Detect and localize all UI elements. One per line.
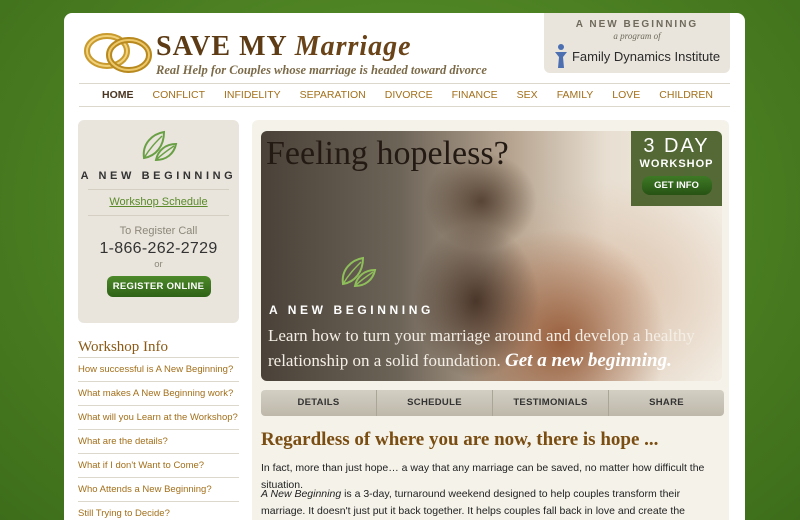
main-content: Feeling hopeless? 3 DAY WORKSHOP GET INF… [252, 120, 729, 520]
workshop-badge: 3 DAY WORKSHOP GET INFO [631, 131, 722, 206]
site-title-part2: Marriage [294, 31, 412, 62]
partner-subtitle: a program of [613, 31, 661, 41]
site-title-part1: SAVE MY [156, 31, 295, 62]
partner-program: A NEW BEGINNING [575, 19, 699, 30]
content-heading: Regardless of where you are now, there i… [261, 429, 659, 450]
content-paragraph-2: A New Beginning is a 3-day, turnaround w… [261, 486, 723, 520]
nav-home[interactable]: HOME [93, 84, 144, 106]
info-link[interactable]: What makes A New Beginning work? [78, 381, 239, 405]
nav-conflict[interactable]: CONFLICT [143, 84, 215, 106]
leaf-logo-icon [341, 256, 377, 288]
workshop-schedule-link[interactable]: Workshop Schedule [78, 196, 239, 208]
fdi-figure-icon [554, 44, 567, 68]
hero-text: Learn how to turn your marriage around a… [268, 323, 718, 373]
tab-share[interactable]: SHARE [609, 390, 724, 416]
program-name-italic: A New Beginning [261, 488, 342, 500]
workshop-info-list: How successful is A New Beginning? What … [78, 357, 239, 520]
tab-testimonials[interactable]: TESTIMONIALS [493, 390, 609, 416]
nav-children[interactable]: CHILDREN [650, 84, 723, 106]
register-box: A NEW BEGINNING Workshop Schedule To Reg… [78, 120, 239, 323]
get-info-button[interactable]: GET INFO [641, 176, 712, 195]
info-link[interactable]: What if I don't Want to Come? [78, 453, 239, 477]
site-tagline: Real Help for Couples whose marriage is … [156, 63, 487, 77]
nav-separation[interactable]: SEPARATION [290, 84, 375, 106]
hero-title: Feeling hopeless? [266, 135, 509, 172]
or-label: or [154, 259, 163, 270]
hero-program-name: A NEW BEGINNING [269, 303, 434, 317]
partner-box[interactable]: A NEW BEGINNING a program of Family Dyna… [544, 13, 730, 73]
register-online-button[interactable]: REGISTER ONLINE [106, 276, 211, 297]
content-tabs: DETAILS SCHEDULE TESTIMONIALS SHARE [261, 390, 724, 416]
nav-sex[interactable]: SEX [507, 84, 547, 106]
nav-finance[interactable]: FINANCE [442, 84, 507, 106]
info-link[interactable]: Still Trying to Decide? [78, 501, 239, 520]
phone-number[interactable]: 1-866-262-2729 [78, 240, 239, 258]
nav-family[interactable]: FAMILY [547, 84, 603, 106]
hero-banner[interactable]: Feeling hopeless? 3 DAY WORKSHOP GET INF… [261, 131, 722, 381]
nav-love[interactable]: LOVE [603, 84, 650, 106]
partner-name: Family Dynamics Institute [571, 48, 721, 64]
site-title[interactable]: SAVE MY Marriage [156, 31, 412, 63]
page-container: SAVE MY Marriage Real Help for Couples w… [64, 13, 745, 520]
info-link[interactable]: How successful is A New Beginning? [78, 357, 239, 381]
hero-text-emphasis: Get a new beginning. [505, 350, 672, 371]
divider [88, 189, 229, 190]
wedding-rings-logo [84, 33, 152, 73]
badge-label: WORKSHOP [639, 158, 714, 170]
main-nav: HOME CONFLICT INFIDELITY SEPARATION DIVO… [79, 83, 730, 107]
tab-schedule[interactable]: SCHEDULE [377, 390, 493, 416]
divider [88, 215, 229, 216]
badge-days: 3 DAY [643, 135, 710, 157]
tab-details[interactable]: DETAILS [261, 390, 377, 416]
nav-infidelity[interactable]: INFIDELITY [215, 84, 291, 106]
info-link[interactable]: What are the details? [78, 429, 239, 453]
workshop-info-heading: Workshop Info [78, 339, 169, 355]
leaf-logo-icon [142, 130, 177, 162]
sidebar-program-name: A NEW BEGINNING [80, 170, 237, 182]
register-call-label: To Register Call [119, 225, 198, 237]
info-link[interactable]: What will you Learn at the Workshop? [78, 405, 239, 429]
info-link[interactable]: Who Attends a New Beginning? [78, 477, 239, 501]
nav-divorce[interactable]: DIVORCE [375, 84, 442, 106]
